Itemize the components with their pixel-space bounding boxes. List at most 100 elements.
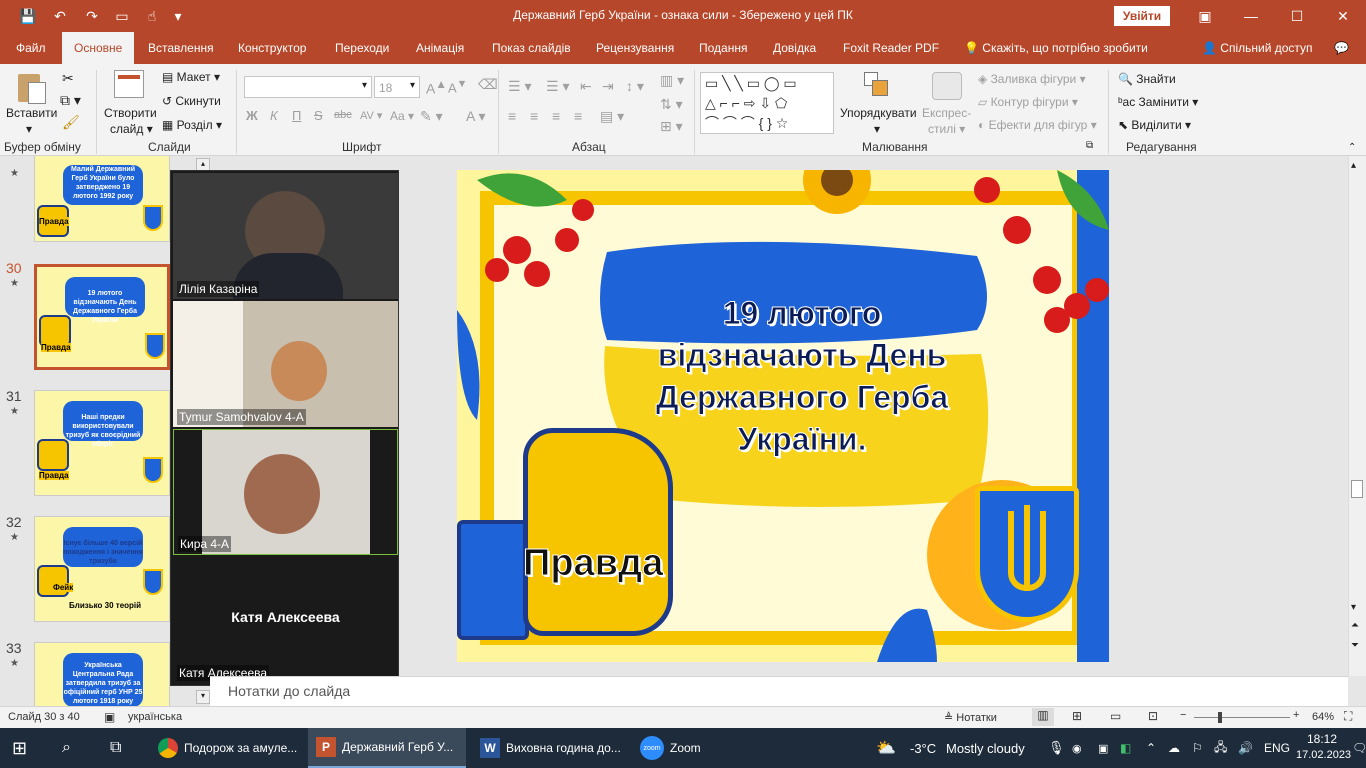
language-indicator[interactable]: українська (128, 711, 182, 723)
reset-button[interactable]: ↺ Скинути (162, 94, 221, 108)
section-button[interactable]: ▦ Розділ ▾ (162, 118, 222, 132)
font-name-input[interactable]: ▾ (244, 76, 372, 98)
slide-thumbnail[interactable]: Існує більше 40 версій походження і знач… (34, 516, 170, 622)
tab-file[interactable]: Файл (4, 32, 58, 64)
volume-icon[interactable]: 🔊 (1238, 728, 1253, 768)
weather-desc[interactable]: Mostly cloudy (946, 728, 1025, 768)
zoom-slider[interactable] (1194, 717, 1290, 718)
increase-indent-icon[interactable]: ⇥ (602, 78, 614, 95)
decrease-indent-icon[interactable]: ⇤ (580, 78, 592, 95)
copy-icon[interactable]: ⧉ ▾ (60, 92, 81, 109)
next-slide-icon[interactable]: ⏷ (1351, 640, 1359, 651)
clear-formatting-icon[interactable]: ⌫ (478, 76, 498, 93)
arrange-dropdown-icon[interactable]: ▾ (874, 122, 880, 136)
drawing-dialog-launcher-icon[interactable]: ⧉ (1086, 140, 1093, 151)
notes-placeholder[interactable]: Нотатки до слайда (228, 683, 350, 699)
bold-button[interactable]: Ж (246, 108, 258, 123)
tray-green-icon[interactable]: ◧ (1120, 728, 1131, 768)
fit-to-window-icon[interactable]: ⛶ (1344, 709, 1352, 724)
italic-button[interactable]: К (270, 108, 278, 123)
task-view-icon[interactable]: ⧉ (110, 728, 121, 768)
paste-dropdown-icon[interactable]: ▾ (26, 122, 32, 136)
tab-transitions[interactable]: Переходи (323, 32, 401, 64)
strikethrough-button[interactable]: S (314, 108, 323, 123)
columns-split-icon[interactable]: ▤ ▾ (600, 108, 624, 125)
quick-styles-icon[interactable] (932, 72, 962, 100)
notes-pane[interactable]: Нотатки до слайда (210, 676, 1348, 706)
slide-canvas[interactable]: Правда 19 лютого відзначають День Держав… (457, 170, 1109, 662)
layout-button[interactable]: ▤ Макет ▾ (162, 70, 220, 84)
zoom-slider-thumb[interactable] (1218, 712, 1222, 723)
font-color-icon[interactable]: A ▾ (466, 108, 485, 125)
text-direction-icon[interactable]: ⇅ ▾ (660, 96, 683, 113)
clock-time[interactable]: 18:12 (1300, 732, 1344, 746)
scroll-thumb[interactable] (1351, 480, 1363, 498)
tab-home[interactable]: Основне (62, 32, 135, 64)
grow-font-icon[interactable]: A▲ (426, 78, 447, 97)
bullets-icon[interactable]: ☰ ▾ (508, 78, 531, 95)
numbering-icon[interactable]: ☰ ▾ (546, 78, 569, 95)
tab-slideshow[interactable]: Показ слайдів (480, 32, 583, 64)
onedrive-icon[interactable]: ☁ (1168, 728, 1180, 768)
notes-toggle-button[interactable]: ≜ Нотатки (944, 711, 997, 724)
justify-icon[interactable]: ≡ (574, 108, 582, 124)
select-button[interactable]: ⬉ Виділити ▾ (1118, 118, 1191, 132)
maximize-button[interactable]: ☐ (1274, 4, 1320, 28)
taskbar-app-word[interactable]: W Виховна година до... (472, 728, 632, 768)
weather-temp[interactable]: -3°C (910, 728, 936, 768)
video-tile[interactable]: Лілія Казаріна (173, 173, 398, 299)
tell-me-search[interactable]: 💡 Скажіть, що потрібно зробити (952, 32, 1160, 64)
video-tile-active[interactable]: Кира 4-А (173, 429, 398, 555)
character-spacing-button[interactable]: AV ▾ (360, 109, 382, 122)
format-painter-icon[interactable]: 🖌 (62, 114, 80, 131)
slideshow-icon[interactable]: ⊡ (1148, 709, 1158, 723)
font-name-dropdown-icon[interactable]: ▾ (362, 80, 367, 91)
underline-button[interactable]: П (292, 108, 301, 123)
input-language[interactable]: ENG (1264, 728, 1290, 768)
shape-effects-button[interactable]: ◐ Ефекти для фігур ▾ (978, 118, 1097, 132)
slide-badge-text[interactable]: Правда (522, 542, 663, 585)
zoom-level[interactable]: 64% (1312, 711, 1334, 723)
normal-view-icon[interactable]: ▥ (1032, 708, 1054, 726)
video-tile[interactable]: Катя Алексеева Катя Алексеева (173, 557, 398, 683)
tab-foxit[interactable]: Foxit Reader PDF (831, 32, 951, 64)
cut-icon[interactable]: ✂ (62, 70, 74, 87)
taskbar-app-powerpoint[interactable]: P Державний Герб У... (308, 728, 466, 768)
zoom-in-button[interactable]: + (1293, 709, 1299, 721)
tray-chevron-icon[interactable]: ⌃ (1146, 728, 1156, 768)
collapse-ribbon-icon[interactable]: ⌃ (1348, 142, 1356, 153)
previous-slide-icon[interactable]: ⏶ (1351, 620, 1359, 631)
tab-help[interactable]: Довідка (761, 32, 828, 64)
slide-scrollbar[interactable]: ▴ ▾ ⏶ ⏷ (1348, 156, 1366, 676)
notifications-icon[interactable]: 🗨 (1352, 728, 1366, 768)
reading-view-icon[interactable]: ▭ (1110, 709, 1121, 723)
search-icon[interactable]: ⌕ (62, 728, 71, 768)
zoom-out-button[interactable]: − (1180, 709, 1186, 721)
slide-thumbnail[interactable]: Українська Центральна Рада затвердила тр… (34, 642, 170, 706)
close-button[interactable]: ✕ (1320, 4, 1366, 28)
tray-flag-icon[interactable]: ⚐ (1192, 728, 1203, 768)
shapes-gallery[interactable]: ▭ ╲ ╲ ▭ ◯ ▭ △ ⌐ ⌐ ⇨ ⇩ ⬠ ⌒ ⌒ ⌒ { } ☆ (700, 72, 834, 134)
shape-fill-button[interactable]: ◈ Заливка фігури ▾ (978, 72, 1086, 86)
tab-design[interactable]: Конструктор (226, 32, 318, 64)
scroll-down-icon[interactable]: ▾ (1351, 602, 1356, 613)
slide-thumbnail[interactable]: Малий Державний Герб України було затвер… (34, 156, 170, 242)
slide-sorter-icon[interactable]: ⊞ (1072, 709, 1082, 723)
paste-button[interactable]: Вставити (6, 106, 57, 120)
paste-icon[interactable] (14, 70, 50, 106)
replace-button[interactable]: ᵇac Замінити ▾ (1118, 95, 1198, 109)
share-button[interactable]: 👤 Спільний доступ (1190, 32, 1325, 64)
scroll-up-icon[interactable]: ▴ (1351, 160, 1356, 171)
shrink-font-icon[interactable]: A▼ (448, 78, 467, 95)
thumbs-scroll-down-icon[interactable]: ▾ (196, 690, 210, 704)
line-spacing-icon[interactable]: ↕ ▾ (626, 78, 644, 95)
sign-in-button[interactable]: Увійти (1114, 6, 1170, 26)
slide-headline[interactable]: 19 лютого відзначають День Державного Ге… (627, 292, 977, 460)
align-center-icon[interactable]: ≡ (530, 108, 538, 124)
new-slide-icon[interactable] (114, 70, 144, 98)
slide-thumbnail[interactable]: Наші предки використовували тризуб як св… (34, 390, 170, 496)
arrange-icon[interactable] (864, 72, 890, 98)
arrange-button[interactable]: Упорядкувати (840, 106, 917, 120)
tab-view[interactable]: Подання (687, 32, 759, 64)
highlight-icon[interactable]: ✎ ▾ (420, 108, 443, 125)
